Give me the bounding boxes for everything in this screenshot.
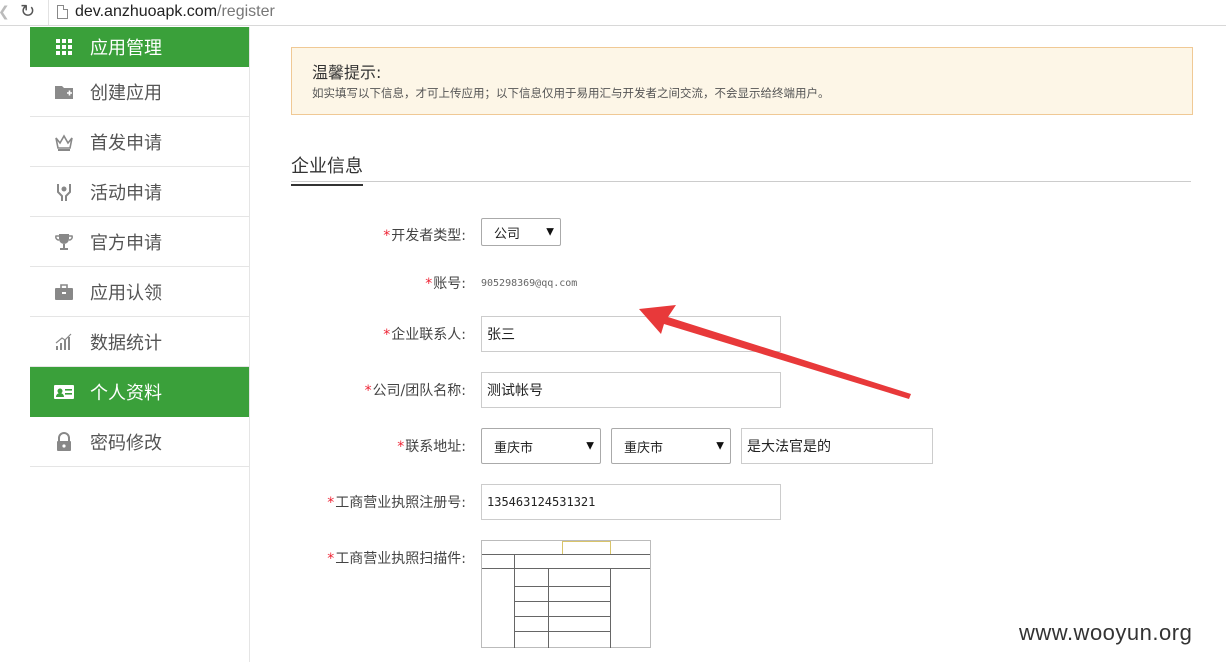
sidebar-item-label: 首发申请 [90,132,162,154]
sidebar-item-profile[interactable]: 个人资料 [30,367,249,417]
city-select[interactable]: 重庆市 ▼ [611,428,731,464]
address-detail-input[interactable]: 是大法官是的 [741,428,933,464]
page-icon [57,5,68,19]
sidebar-item-create-app[interactable]: 创建应用 [30,67,249,117]
developer-type-select[interactable]: 公司 ▼ [481,218,561,246]
id-card-icon [52,380,76,404]
trophy-icon [52,230,76,254]
license-no-input[interactable]: 135463124531321 [481,484,781,520]
required-mark: * [327,495,335,511]
watermark: www.wooyun.org [1019,620,1193,645]
sidebar-item-label: 应用管理 [90,37,162,59]
company-name-input[interactable]: 测试帐号 [481,372,781,408]
address-label-text: 联系地址: [405,439,466,455]
back-icon[interactable]: ❮ [0,3,12,21]
sidebar-item-app-management[interactable]: 应用管理 [30,27,249,67]
license-no-label-text: 工商营业执照注册号: [335,495,466,511]
required-mark: * [364,383,372,399]
notice-box: 温馨提示: 如实填写以下信息，才可上传应用；以下信息仅用于易用汇与开发者之间交流… [291,47,1193,115]
sidebar-item-label: 创建应用 [90,82,162,104]
chevron-down-icon: ▼ [546,226,554,238]
bar-chart-icon [52,330,76,354]
developer-type-label: *开发者类型: [383,225,466,245]
grid-icon [52,35,76,59]
required-mark: * [397,439,405,455]
sidebar-item-label: 官方申请 [90,232,162,254]
contact-label: *企业联系人: [383,324,466,344]
sidebar-nav: 应用管理 创建应用 首发申请 活动申请 官方申请 应用认领 数据统计 个人资料 … [30,27,250,662]
url-host: dev.anzhuoapk.com [75,3,218,20]
contact-input[interactable]: 张三 [481,316,781,352]
license-scan-label-text: 工商营业执照扫描件: [335,551,466,567]
required-mark: * [383,327,391,343]
sidebar-item-label: 活动申请 [90,182,162,204]
license-scan-image[interactable] [481,540,651,648]
sidebar-item-app-claim[interactable]: 应用认领 [30,267,249,317]
url-text: dev.anzhuoapk.com/register [75,2,275,22]
sidebar-item-label: 应用认领 [90,282,162,304]
province-value: 重庆市 [494,440,534,456]
required-mark: * [425,276,433,292]
developer-type-label-text: 开发者类型: [391,228,466,244]
sidebar-item-official-apply[interactable]: 官方申请 [30,217,249,267]
sidebar-item-statistics[interactable]: 数据统计 [30,317,249,367]
account-value: 905298369@qq.com [481,278,578,289]
developer-type-value: 公司 [494,226,521,242]
sidebar-item-event-apply[interactable]: 活动申请 [30,167,249,217]
company-name-label-text: 公司/团队名称: [372,383,466,399]
sidebar-item-change-password[interactable]: 密码修改 [30,417,249,467]
required-mark: * [383,228,391,244]
folder-icon [52,80,76,104]
company-name-label: *公司/团队名称: [365,380,466,400]
lock-icon [52,430,76,454]
sidebar-item-label: 数据统计 [90,332,162,354]
license-no-label: *工商营业执照注册号: [327,492,466,512]
sidebar-item-label: 密码修改 [90,432,162,454]
section-divider [291,181,1191,182]
hands-icon [52,180,76,204]
city-value: 重庆市 [624,440,664,456]
license-scan-label: *工商营业执照扫描件: [327,548,466,568]
contact-label-text: 企业联系人: [391,327,466,343]
sidebar-item-first-release[interactable]: 首发申请 [30,117,249,167]
notice-text: 如实填写以下信息，才可上传应用；以下信息仅用于易用汇与开发者之间交流，不会显示给… [312,86,830,100]
account-label: *账号: [425,273,466,293]
notice-title: 温馨提示: [312,63,382,82]
crown-icon [52,130,76,154]
url-path: /register [217,3,275,20]
account-label-text: 账号: [433,276,466,292]
chevron-down-icon: ▼ [586,440,594,452]
chevron-down-icon: ▼ [716,440,724,452]
province-select[interactable]: 重庆市 ▼ [481,428,601,464]
sidebar-item-label: 个人资料 [90,382,162,404]
browser-address-bar: ❮ ↻ dev.anzhuoapk.com/register [0,0,1226,26]
briefcase-icon [52,280,76,304]
reload-icon[interactable]: ↻ [20,2,40,22]
address-label: *联系地址: [397,436,466,456]
url-field[interactable]: dev.anzhuoapk.com/register [48,0,1226,25]
required-mark: * [327,551,335,567]
